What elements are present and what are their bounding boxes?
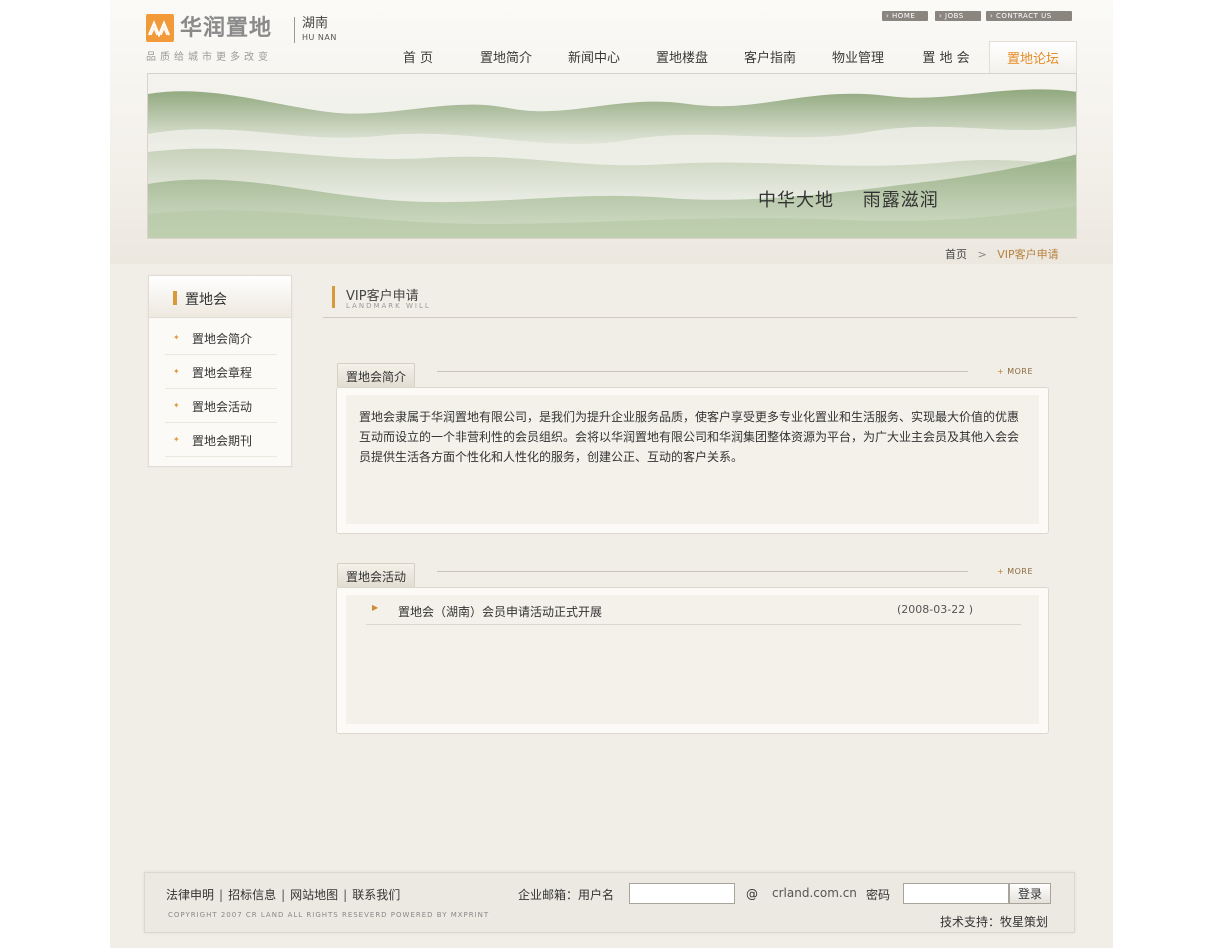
intro-panel: 置地会隶属于华润置地有限公司，是我们为提升企业服务品质，使客户享受更多专业化置业… xyxy=(336,387,1049,534)
logo-mark-icon xyxy=(146,14,174,42)
page-subtitle: LANDMARK WILL xyxy=(346,302,431,310)
activity-more-label: MORE xyxy=(1007,567,1034,576)
intro-more-link[interactable]: + MORE xyxy=(997,367,1033,376)
intro-text: 置地会隶属于华润置地有限公司，是我们为提升企业服务品质，使客户享受更多专业化置业… xyxy=(359,410,1020,464)
bullet-icon: ✦ xyxy=(173,435,180,444)
footer-links: 法律申明 | 招标信息 | 网站地图 | 联系我们 xyxy=(166,886,400,903)
intro-panel-tab: 置地会简介 xyxy=(337,363,416,387)
intro-more-label: MORE xyxy=(1007,367,1034,376)
mountain-landscape-image xyxy=(148,74,1076,238)
footer-separator: | xyxy=(219,888,224,902)
logo-region-en: HU NAN xyxy=(302,33,337,42)
footer: 法律申明 | 招标信息 | 网站地图 | 联系我们 COPYRIGHT 2007 CR LA… xyxy=(144,872,1075,933)
sidebar-item-label: 置地会简介 xyxy=(192,332,253,346)
bullet-icon: ✦ xyxy=(173,333,180,342)
nav-home[interactable]: 首 页 xyxy=(374,41,462,73)
chevron-right-icon: › xyxy=(886,12,890,20)
arrow-right-icon: ▶ xyxy=(372,603,379,612)
jobs-link[interactable]: › JOBS xyxy=(935,11,981,21)
mail-username-input[interactable] xyxy=(629,883,735,904)
chevron-right-icon: › xyxy=(939,12,943,20)
breadcrumb-current: VIP客户申请 xyxy=(997,248,1059,261)
activity-more-link[interactable]: + MORE xyxy=(997,567,1033,576)
sidebar-item-label: 置地会期刊 xyxy=(192,434,253,448)
bullet-icon: ✦ xyxy=(173,367,180,376)
activity-panel-inner: ▶ 置地会（湖南）会员申请活动正式开展 (2008-03-22 ) xyxy=(346,595,1039,724)
mail-password-input[interactable] xyxy=(903,883,1009,904)
login-button[interactable]: 登录 xyxy=(1009,883,1051,904)
mail-domain: crland.com.cn xyxy=(772,886,857,900)
bullet-icon: ✦ xyxy=(173,401,180,410)
hero-banner: 中华大地 雨露滋润 xyxy=(147,73,1077,239)
sidebar-header-bar xyxy=(173,291,177,305)
activity-panel-rule xyxy=(437,571,968,572)
contact-link-label: CONTRACT US xyxy=(996,12,1052,20)
logo-name: 华润置地 xyxy=(180,16,273,41)
footer-link-bidding[interactable]: 招标信息 xyxy=(228,888,276,902)
mail-username-label: 企业邮箱：用户名 xyxy=(518,888,615,902)
page-container: 华润置地 湖南 HU NAN 品质给城市更多改变 › HOME › JOBS ›… xyxy=(110,0,1113,948)
nav-property-mgmt[interactable]: 物业管理 xyxy=(814,41,902,73)
list-item[interactable]: ▶ 置地会（湖南）会员申请活动正式开展 (2008-03-22 ) xyxy=(366,597,1021,625)
nav-customer-guide[interactable]: 客户指南 xyxy=(726,41,814,73)
breadcrumb: 首页 > VIP客户申请 xyxy=(945,246,1059,262)
banner-text-1: 中华大地 xyxy=(758,190,834,211)
sidebar-title: 置地会 xyxy=(185,292,227,308)
footer-separator: | xyxy=(281,888,286,902)
sidebar-item-journal[interactable]: ✦ 置地会期刊 xyxy=(165,423,277,457)
copyright: COPYRIGHT 2007 CR LAND ALL RIGHTS RESEVE… xyxy=(168,911,490,919)
intro-panel-inner: 置地会隶属于华润置地有限公司，是我们为提升企业服务品质，使客户享受更多专业化置业… xyxy=(346,395,1039,524)
home-link-label: HOME xyxy=(892,12,916,20)
logo-divider xyxy=(294,17,295,43)
news-date: (2008-03-22 ) xyxy=(896,603,973,616)
intro-panel-rule xyxy=(437,371,968,372)
home-link[interactable]: › HOME xyxy=(882,11,928,21)
activity-panel: ▶ 置地会（湖南）会员申请活动正式开展 (2008-03-22 ) xyxy=(336,587,1049,734)
nav-forum[interactable]: 置地论坛 xyxy=(989,41,1077,73)
logo-region: 湖南 xyxy=(302,16,329,31)
footer-link-legal[interactable]: 法律申明 xyxy=(166,888,214,902)
sidebar-item-label: 置地会活动 xyxy=(192,400,253,414)
logo-slogan: 品质给城市更多改变 xyxy=(146,52,272,63)
sidebar-item-intro[interactable]: ✦ 置地会简介 xyxy=(165,321,277,355)
plus-icon: + xyxy=(997,567,1005,576)
sidebar-item-label: 置地会章程 xyxy=(192,366,253,380)
nav-about[interactable]: 置地简介 xyxy=(462,41,550,73)
breadcrumb-separator-icon: > xyxy=(977,248,987,261)
sidebar-item-activities[interactable]: ✦ 置地会活动 xyxy=(165,389,277,423)
jobs-link-label: JOBS xyxy=(945,12,964,20)
footer-link-sitemap[interactable]: 网站地图 xyxy=(290,888,338,902)
sidebar-header: 置地会 xyxy=(149,276,291,318)
news-title: 置地会（湖南）会员申请活动正式开展 xyxy=(398,605,603,619)
nav-news[interactable]: 新闻中心 xyxy=(550,41,638,73)
footer-separator: | xyxy=(343,888,348,902)
site-logo[interactable]: 华润置地 湖南 HU NAN 品质给城市更多改变 xyxy=(146,14,346,64)
banner-text-2: 雨露滋润 xyxy=(862,190,939,211)
tech-support: 技术支持：牧星策划 xyxy=(940,915,1049,929)
footer-link-contact[interactable]: 联系我们 xyxy=(352,888,400,902)
page-heading: VIP客户申请 LANDMARK WILL xyxy=(323,285,1077,318)
plus-icon: + xyxy=(997,367,1005,376)
nav-club[interactable]: 置 地 会 xyxy=(902,41,990,73)
sidebar-item-charter[interactable]: ✦ 置地会章程 xyxy=(165,355,277,389)
heading-bar xyxy=(332,286,335,308)
sidebar: 置地会 ✦ 置地会简介 ✦ 置地会章程 ✦ 置地会活动 ✦ 置地会期刊 xyxy=(148,275,292,467)
chevron-right-icon: › xyxy=(990,12,994,20)
activity-panel-tab: 置地会活动 xyxy=(337,563,416,587)
at-sign: @ xyxy=(746,887,758,901)
mail-password-label: 密码 xyxy=(866,888,891,902)
banner-slogan: 中华大地 雨露滋润 xyxy=(758,186,961,212)
breadcrumb-home[interactable]: 首页 xyxy=(945,248,967,261)
contact-link[interactable]: › CONTRACT US xyxy=(986,11,1072,21)
nav-properties[interactable]: 置地楼盘 xyxy=(638,41,726,73)
